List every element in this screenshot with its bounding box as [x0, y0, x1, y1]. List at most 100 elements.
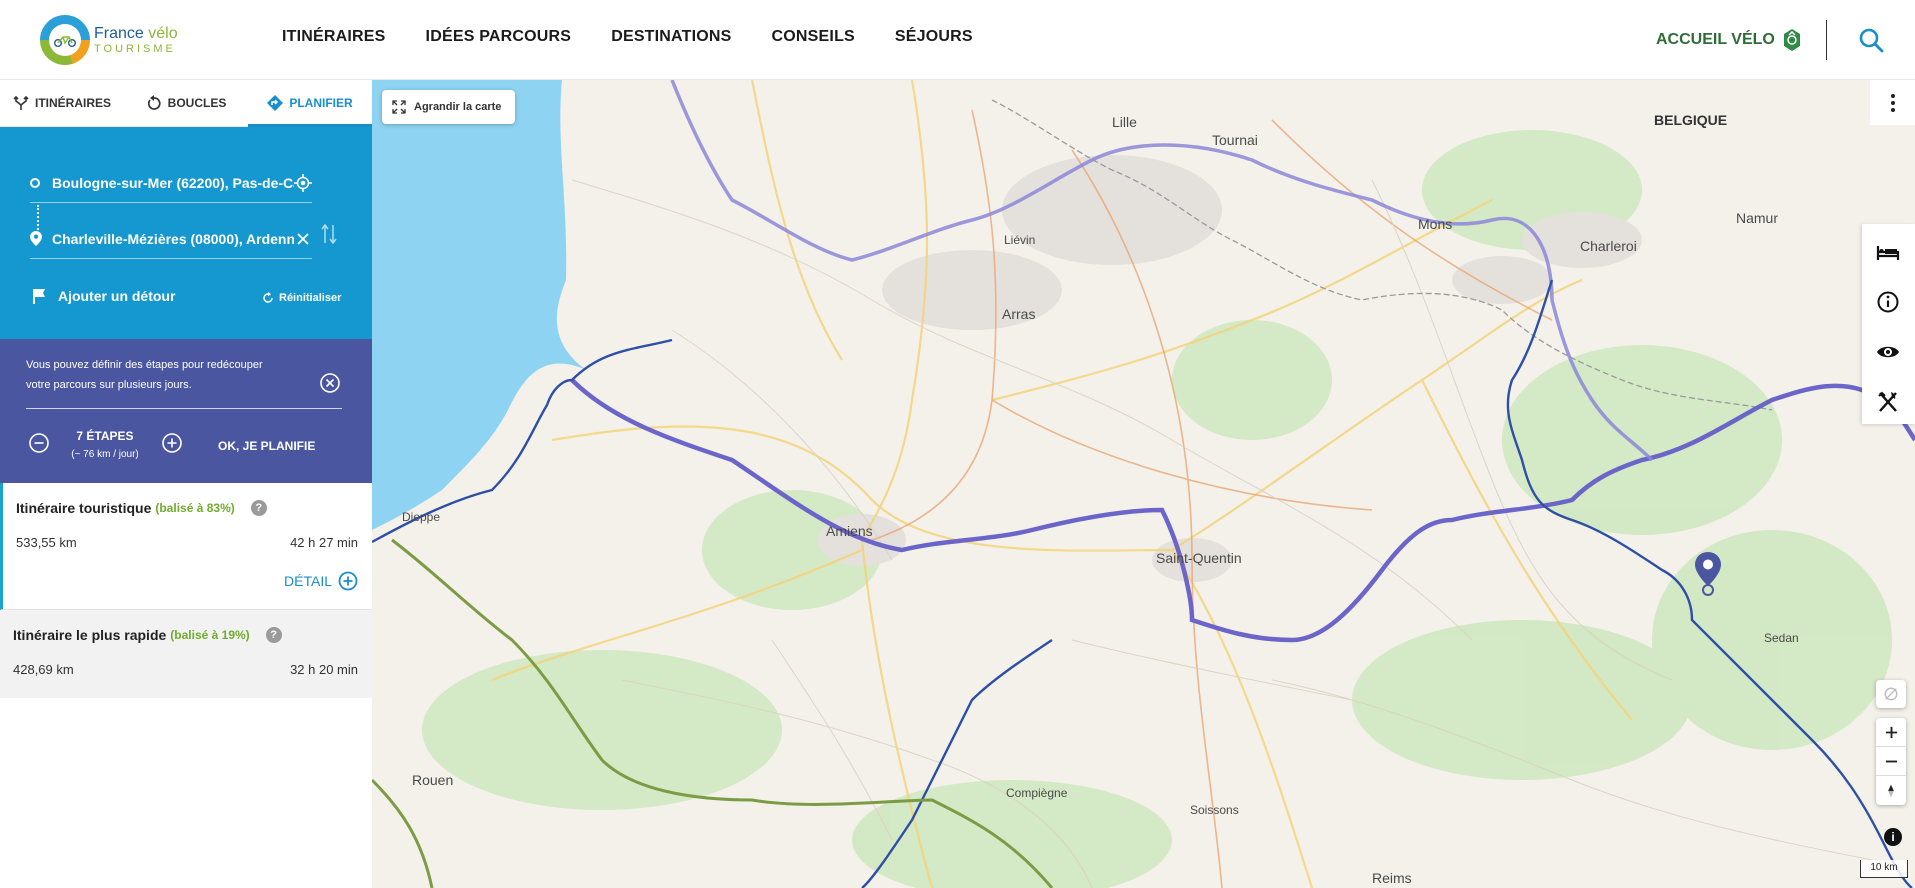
decrease-stages-button[interactable]	[28, 432, 50, 454]
add-detour-label: Ajouter un détour	[58, 288, 176, 304]
tab-planifier[interactable]: PLANIFIER	[248, 80, 372, 127]
stages-count-value: 7 ÉTAPES	[76, 429, 134, 443]
zoom-stack	[1876, 718, 1906, 805]
tab-boucles[interactable]: BOUCLES	[124, 80, 248, 126]
zoom-in-button[interactable]	[1876, 718, 1906, 747]
restaurant-icon[interactable]	[1876, 390, 1900, 414]
eye-icon[interactable]	[1876, 340, 1900, 364]
help-icon[interactable]: ?	[250, 500, 267, 516]
route-split-icon	[13, 95, 29, 110]
main-nav: ITINÉRAIRES IDÉES PARCOURS DESTINATIONS …	[282, 28, 973, 46]
map-label-reims: Reims	[1372, 870, 1412, 886]
stages-info-text: Vous pouvez définir des étapes pour redé…	[26, 359, 263, 391]
planner-tabs: ITINÉRAIRES BOUCLES PLANIFIER	[0, 80, 372, 127]
map-label-dieppe: Dieppe	[402, 510, 441, 524]
add-detour-button[interactable]: Ajouter un détour	[32, 288, 175, 304]
itinerary-detail-label: DÉTAIL	[284, 573, 332, 589]
nav-conseils[interactable]: CONSEILS	[772, 28, 855, 46]
plus-icon	[1885, 726, 1897, 738]
bed-icon[interactable]	[1876, 240, 1900, 264]
end-point-field[interactable]: Charleville-Mézières (08000), Ardennes	[30, 219, 312, 259]
reset-button[interactable]: Réinitialiser	[262, 292, 341, 304]
accueil-velo-label: ACCUEIL VÉLO	[1656, 31, 1775, 48]
sea-area	[372, 80, 586, 530]
disabled-location-button[interactable]	[1876, 680, 1906, 708]
map-label-rouen: Rouen	[412, 772, 454, 788]
geolocate-icon[interactable]	[294, 173, 312, 192]
stages-count: 7 ÉTAPES (~ 76 km / jour)	[58, 429, 152, 460]
map-label-amiens: Amiens	[826, 523, 873, 539]
logo-emblem	[40, 15, 90, 65]
map-label-namur: Namur	[1736, 210, 1779, 226]
expand-map-label: Agrandir la carte	[414, 101, 502, 113]
tab-itineraires-label: ITINÉRAIRES	[34, 96, 111, 110]
site-logo[interactable]: France vélo TOURISME	[40, 14, 190, 66]
logo-word-velo: vélo	[148, 24, 178, 42]
map-label-sedan: Sedan	[1764, 631, 1799, 645]
increase-stages-button[interactable]	[161, 432, 183, 454]
nav-destinations[interactable]: DESTINATIONS	[611, 28, 731, 46]
map-label-tournai: Tournai	[1212, 132, 1258, 148]
destination-marker-icon[interactable]	[1694, 552, 1722, 596]
route-map[interactable]: Lille Tournai BELGIQUE Namur Mons Charle…	[372, 80, 1915, 888]
itinerary-title: Itinéraire le plus rapide	[13, 627, 167, 643]
map-label-mons: Mons	[1418, 216, 1453, 232]
header-separator	[1826, 20, 1827, 60]
map-label-saint-quentin: Saint-Quentin	[1156, 550, 1242, 566]
map-label-compiegne: Compiègne	[1006, 786, 1068, 800]
itinerary-distance: 533,55 km	[16, 535, 77, 550]
itinerary-card-fastest[interactable]: Itinéraire le plus rapide (balisé à 19%)…	[0, 610, 372, 698]
stages-km-per-day: (~ 76 km / jour)	[71, 449, 139, 460]
reset-label: Réinitialiser	[279, 292, 342, 304]
itinerary-detail-button[interactable]: DÉTAIL	[284, 571, 358, 591]
nav-itineraires[interactable]: ITINÉRAIRES	[282, 28, 386, 46]
map-layer-tools	[1862, 224, 1915, 424]
compass-reset-button[interactable]	[1876, 776, 1906, 805]
itinerary-duration: 42 h 27 min	[290, 535, 358, 550]
map-label-soissons: Soissons	[1190, 803, 1239, 817]
itinerary-title: Itinéraire touristique	[16, 500, 152, 516]
itinerary-card-touristic[interactable]: Itinéraire touristique (balisé à 83%) ? …	[0, 483, 372, 610]
search-icon[interactable]	[1858, 27, 1884, 53]
route-green-way-west	[372, 778, 434, 888]
attribution-info-icon[interactable]: i	[1884, 828, 1902, 846]
stages-panel: Vous pouvez définir des étapes pour redé…	[0, 339, 372, 483]
itinerary-distance: 428,69 km	[13, 662, 74, 677]
accueil-velo-badge-icon	[1783, 29, 1800, 51]
accueil-velo-link[interactable]: ACCUEIL VÉLO	[1656, 28, 1801, 52]
expand-map-button[interactable]: Agrandir la carte	[382, 90, 516, 124]
compass-icon	[1888, 784, 1894, 797]
loop-arrow-icon	[147, 95, 161, 110]
map-label-lille: Lille	[1112, 114, 1137, 130]
plan-confirm-button[interactable]: OK, JE PLANIFIE	[218, 439, 315, 453]
help-icon[interactable]: ?	[265, 627, 282, 643]
map-label-arras: Arras	[1002, 306, 1036, 322]
info-icon[interactable]	[1876, 290, 1900, 314]
itinerary-marked-pct: (balisé à 19%)	[170, 628, 250, 642]
map-menu-button[interactable]	[1870, 80, 1915, 125]
tab-planifier-label: PLANIFIER	[289, 96, 353, 110]
directions-diamond-icon	[267, 95, 284, 111]
bicycle-icon	[54, 36, 76, 47]
start-point-field[interactable]: Boulogne-sur-Mer (62200), Pas-de-Calais	[30, 163, 312, 203]
logo-word-tourisme: TOURISME	[94, 42, 176, 55]
close-icon[interactable]	[294, 230, 312, 248]
zoom-controls	[1876, 680, 1906, 708]
start-circle-icon	[30, 177, 40, 188]
map-label-belgique: BELGIQUE	[1654, 112, 1728, 128]
itinerary-duration: 32 h 20 min	[290, 662, 358, 677]
zoom-out-button[interactable]	[1876, 747, 1906, 776]
map-label-charleroi: Charleroi	[1580, 238, 1637, 254]
swap-arrows-icon[interactable]	[320, 223, 338, 245]
nav-idees-parcours[interactable]: IDÉES PARCOURS	[426, 28, 572, 46]
kebab-menu-icon	[1890, 93, 1895, 112]
close-circle-icon[interactable]	[319, 372, 341, 394]
site-header: France vélo TOURISME ITINÉRAIRES IDÉES P…	[0, 0, 1915, 80]
map-scale: 10 km	[1860, 860, 1908, 878]
route-planner-panel: ITINÉRAIRES BOUCLES PLANIFIER Boulogne-s…	[0, 80, 372, 888]
tab-itineraires[interactable]: ITINÉRAIRES	[0, 80, 124, 126]
plus-circle-icon	[338, 571, 358, 591]
route-points-box: Boulogne-sur-Mer (62200), Pas-de-Calais …	[0, 127, 372, 339]
map-pin-icon	[30, 231, 42, 246]
nav-sejours[interactable]: SÉJOURS	[895, 28, 973, 46]
